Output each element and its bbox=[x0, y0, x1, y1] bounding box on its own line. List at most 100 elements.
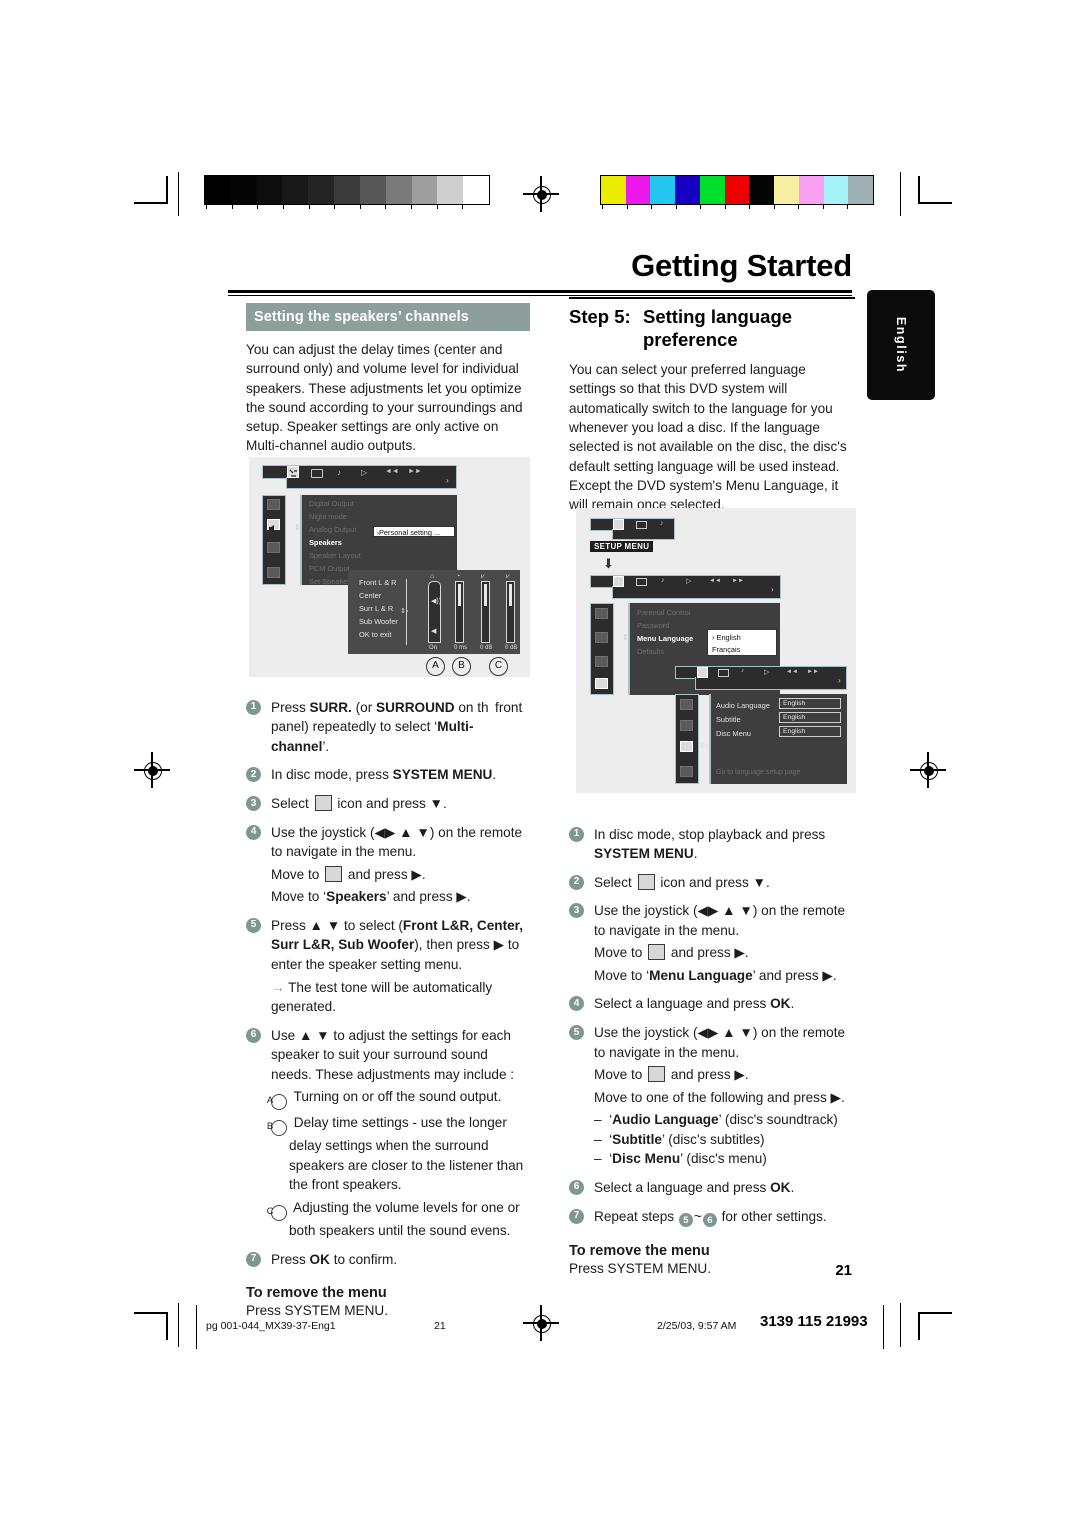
fig2-setup-menu-badge: SETUP MENU bbox=[590, 541, 654, 552]
step-number: 3 bbox=[569, 903, 584, 919]
fig2-down-arrow: ⬇ bbox=[603, 556, 614, 571]
fig2-cursor-marker: ⇕ bbox=[622, 633, 629, 642]
fig3-tool-icon bbox=[697, 667, 708, 678]
fig3-rail-audio-icon bbox=[680, 720, 693, 731]
fig2-menu-item: Menu Language bbox=[637, 634, 694, 643]
fig-speaker-row: OK to exit bbox=[359, 630, 392, 639]
crop-mark-top-right bbox=[910, 176, 952, 216]
list-item: 5 Use the joystick (◀▶ ▲ ▼) on the remote… bbox=[569, 1023, 855, 1169]
step-text: Use ▲ ▼ to adjust the settings for each … bbox=[266, 1027, 524, 1239]
fig2-menu-item: Password bbox=[637, 621, 670, 630]
fig-speaker-row: Sub Woofer bbox=[359, 617, 398, 626]
step-number: 1 bbox=[569, 826, 584, 842]
fig-tool-icon bbox=[287, 466, 299, 478]
subtitle-icon bbox=[648, 1066, 666, 1083]
right-remove-menu-text: Press SYSTEM MENU. bbox=[569, 1261, 711, 1277]
step-rule bbox=[569, 297, 855, 299]
fig-speaker-row: Surr L & R bbox=[359, 604, 394, 613]
fig3-row-value: English bbox=[779, 712, 841, 723]
footer-page: 21 bbox=[434, 1320, 446, 1332]
preferences-icon bbox=[648, 944, 666, 961]
color-calibration-bar bbox=[600, 175, 874, 205]
fig2-language-popup: › English Français bbox=[707, 629, 777, 656]
fig-speaker-row: Center bbox=[359, 591, 382, 600]
fig-meter-value: 0 dB bbox=[505, 645, 518, 651]
left-remove-menu-heading: To remove the menu bbox=[246, 1285, 387, 1302]
list-item: 3 Use the joystick (◀▶ ▲ ▼) on the remote… bbox=[569, 901, 855, 985]
step-text: Select icon and press ▼. bbox=[271, 795, 447, 812]
step-title: Setting language preference bbox=[643, 306, 793, 350]
fig2-rail-audio-icon bbox=[595, 632, 608, 643]
crop-mark-bottom-right bbox=[910, 1300, 952, 1340]
fig2-tool-icon bbox=[613, 519, 624, 530]
callout-a: A bbox=[426, 657, 445, 676]
fig3-footer-hint: Go to language setup page bbox=[716, 769, 801, 776]
step-number: 7 bbox=[246, 1251, 261, 1267]
fig2-menu-item: Parental Control bbox=[637, 608, 691, 617]
fig-speaker-cursor: ⇕› bbox=[400, 608, 409, 615]
language-setup-figure: ♪ SETUP MENU ⬇ ♪ ▷ ◄◄ ►► › Parental Cont… bbox=[576, 508, 856, 793]
registration-mark-left bbox=[134, 752, 170, 788]
fig3-rail-picture-icon bbox=[680, 699, 693, 710]
step-number: 4 bbox=[569, 996, 584, 1012]
crop-mark-bottom-left bbox=[134, 1300, 174, 1340]
list-item: 5 Press ▲ ▼ to select (Front L&R, Center,… bbox=[246, 916, 530, 1017]
step-heading: Step 5: Setting language preference bbox=[569, 306, 855, 351]
page-edge-line-right bbox=[900, 172, 902, 216]
step-number: 3 bbox=[246, 796, 261, 812]
callout-b: B bbox=[452, 657, 471, 676]
step-text: Press SURR. (or SURROUND on th front pan… bbox=[271, 699, 523, 754]
fig-audio-icon: ♪ bbox=[337, 468, 341, 477]
list-item: 2 In disc mode, press SYSTEM MENU. bbox=[246, 765, 530, 785]
crop-mark-top-left bbox=[134, 176, 174, 216]
header-rule bbox=[228, 290, 852, 293]
step-number: 6 bbox=[569, 1179, 584, 1195]
fig-meter-value: On bbox=[429, 645, 438, 651]
fig-speaker-row: Front L & R bbox=[359, 578, 397, 587]
fig-menu-item: Speakers bbox=[309, 538, 342, 547]
footer-rule-left bbox=[196, 1305, 198, 1349]
fig2-rail-picture-icon bbox=[595, 608, 608, 619]
color-ticks bbox=[602, 205, 872, 209]
fig-menu-item: Digital Output bbox=[309, 499, 354, 508]
speaker-setup-figure: ♪ ▷ ◄◄ ►► › Digital Output Night mode Anal… bbox=[249, 457, 530, 677]
fig3-row-label: Audio Language bbox=[716, 701, 770, 710]
page-edge-line-right-bottom bbox=[900, 1303, 902, 1347]
step-text: Use the joystick (◀▶ ▲ ▼) on the remote … bbox=[271, 824, 523, 905]
list-item: 7 Repeat steps 5 ~6 for other settings. bbox=[569, 1207, 855, 1228]
fig-display-icon bbox=[311, 469, 323, 478]
language-tab-label: English bbox=[894, 316, 908, 374]
footer-code: 3139 115 21993 bbox=[760, 1313, 868, 1330]
left-remove-menu-text: Press SYSTEM MENU. bbox=[246, 1303, 388, 1319]
step-number: 7 bbox=[569, 1208, 584, 1224]
footer-file: pg 001-044_MX39-37-Eng1 bbox=[206, 1320, 336, 1332]
header-rule-thin bbox=[228, 295, 852, 296]
document-page: Getting Started English Setting the spea… bbox=[0, 0, 1080, 1528]
registration-mark-top bbox=[523, 176, 559, 212]
step-text: Select a language and press OK. bbox=[594, 996, 795, 1012]
fig-rail-audio-icon bbox=[267, 519, 280, 532]
left-intro-text: You can adjust the delay times (center a… bbox=[246, 342, 523, 454]
list-item: 4 Use the joystick (◀▶ ▲ ▼) on the remote… bbox=[246, 823, 530, 907]
step-text: Press OK to confirm. bbox=[271, 1251, 398, 1267]
list-item: 7 Press OK to confirm. bbox=[246, 1250, 530, 1270]
fig3-row-label: Subtitle bbox=[716, 715, 741, 724]
list-item: 4 Select a language and press OK. bbox=[569, 994, 855, 1014]
fig-play-icon: ▷ bbox=[361, 468, 368, 477]
fig-cursor-marker: ⇕ bbox=[294, 523, 301, 532]
speaker-icon bbox=[325, 865, 343, 882]
step-number: 2 bbox=[569, 874, 584, 890]
section-title: Setting the speakers’ channels bbox=[246, 303, 530, 331]
step-text: Use the joystick (◀▶ ▲ ▼) on the remote … bbox=[594, 1025, 846, 1167]
fig-meter-value: 0 dB bbox=[480, 645, 493, 651]
page-edge-line-left bbox=[178, 172, 180, 216]
step-number: 6 bbox=[246, 1027, 261, 1043]
step-text: Select a language and press OK. bbox=[594, 1179, 795, 1195]
fig-prev-icon: ◄◄ bbox=[385, 468, 399, 475]
fig-rail-preferences-icon bbox=[267, 567, 280, 578]
fig2-menu-item: Defaults bbox=[637, 647, 665, 656]
fig-meter-value: 0 ms bbox=[454, 645, 468, 651]
fig-popup-personal-setting: ›Personal setting ... bbox=[373, 526, 455, 537]
fig-arrow-right: › bbox=[446, 476, 449, 485]
list-item: 1 Press SURR. (or SURROUND on th front pa… bbox=[246, 698, 530, 757]
